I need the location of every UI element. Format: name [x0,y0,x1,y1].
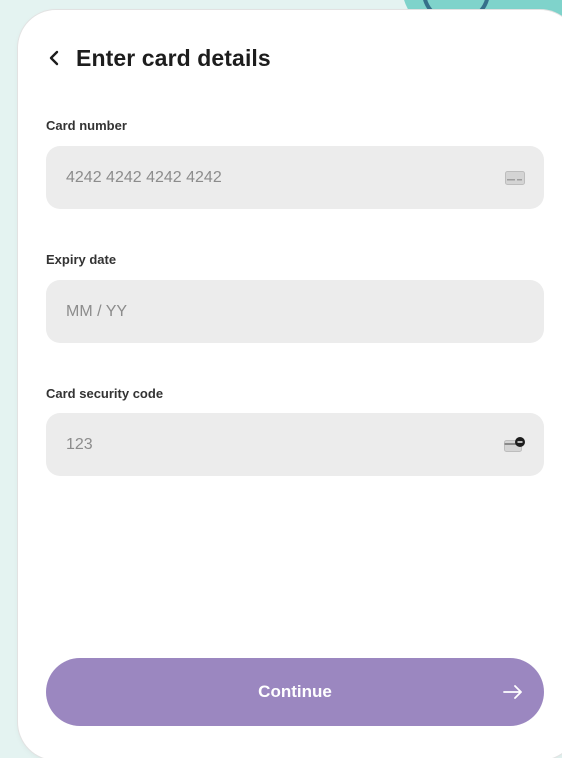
arrow-right-icon [502,684,524,700]
expiry-date-input[interactable] [66,302,526,321]
page-header: Enter card details [46,42,271,74]
card-number-field-container[interactable] [46,146,544,209]
continue-label: Continue [258,682,332,701]
security-code-label: Card security code [46,386,164,401]
chevron-left-icon[interactable] [46,50,62,66]
expiry-date-label: Expiry date [46,252,117,267]
card-cvc-icon [504,436,526,453]
continue-button[interactable]: Continue [46,658,544,726]
security-code-input[interactable] [66,435,504,454]
card-number-label: Card number [46,118,127,133]
expiry-date-field-container[interactable] [46,280,544,343]
credit-card-icon [504,170,526,186]
card-details-panel: Enter card details Card number Expiry da… [18,10,562,758]
security-code-field-container[interactable] [46,413,544,476]
page-title: Enter card details [76,44,271,71]
card-number-input[interactable] [66,168,504,187]
